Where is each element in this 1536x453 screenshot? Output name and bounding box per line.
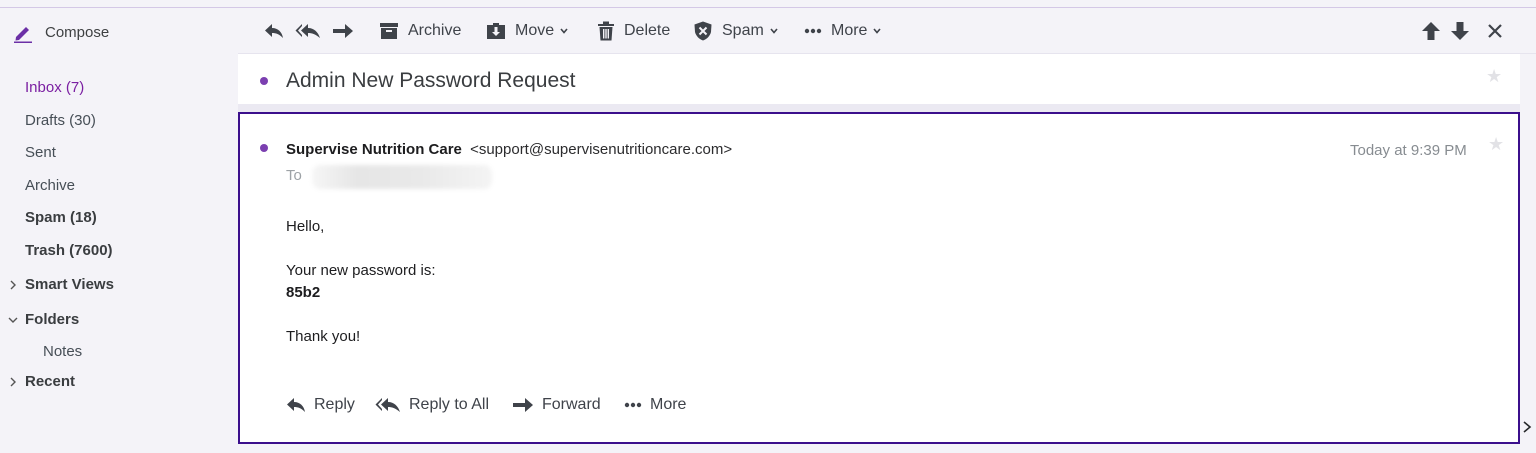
folders-label: Folders: [25, 311, 80, 328]
sidebar-section-smart-views[interactable]: Smart Views: [10, 275, 114, 295]
reply-icon: [287, 398, 305, 412]
delete-button[interactable]: Delete: [597, 19, 670, 43]
recent-label: Recent: [25, 373, 76, 390]
move-to-folder-icon: [487, 23, 505, 39]
sidebar-item-trash[interactable]: Trash (7600): [25, 241, 113, 261]
trash-icon: [598, 21, 614, 41]
sender-name[interactable]: Supervise Nutrition Care: [286, 141, 462, 158]
sidebar-item-sent[interactable]: Sent: [25, 143, 56, 163]
more-button[interactable]: More: [804, 19, 882, 43]
forward-button[interactable]: Forward: [512, 394, 601, 416]
move-button[interactable]: Move: [486, 19, 568, 43]
message-toolbar: Archive Move Delete Spam More: [238, 8, 1536, 54]
reply-icon: [265, 24, 283, 38]
message-date: Today at 9:39 PM: [1350, 142, 1467, 159]
reply-all-icon: [295, 24, 320, 38]
sidebar-item-notes[interactable]: Notes: [43, 342, 82, 362]
more-label: More: [831, 22, 868, 39]
archive-button[interactable]: Archive: [379, 19, 461, 43]
unread-dot-icon[interactable]: [260, 77, 268, 85]
close-icon: [1488, 24, 1502, 38]
ellipsis-icon: [804, 28, 822, 34]
message-card: Supervise Nutrition Care <support@superv…: [238, 112, 1520, 444]
sidebar-section-folders[interactable]: Folders: [8, 310, 80, 330]
sidebar: Compose Inbox (7) Drafts (30) Sent Archi…: [0, 8, 238, 453]
compose-label: Compose: [45, 23, 110, 41]
recipient-redacted: [312, 165, 492, 189]
compose-button[interactable]: Compose: [12, 20, 109, 44]
spam-label: Spam: [722, 22, 764, 39]
unread-dot-icon[interactable]: [260, 144, 268, 152]
chevron-down-icon: [873, 28, 882, 34]
ellipsis-icon: [624, 402, 642, 408]
star-icon[interactable]: ★: [1486, 66, 1502, 87]
archive-label: Archive: [408, 22, 462, 39]
mail-app: Compose Inbox (7) Drafts (30) Sent Archi…: [0, 0, 1536, 453]
chevron-down-icon: [560, 28, 568, 34]
sidebar-item-drafts[interactable]: Drafts (30): [25, 111, 96, 131]
to-label: To: [286, 167, 302, 184]
reply-label: Reply: [314, 396, 355, 413]
body-greeting: Hello,: [286, 218, 325, 235]
next-message-button[interactable]: [1450, 19, 1470, 43]
star-icon[interactable]: ★: [1488, 134, 1504, 155]
pencil-icon: [14, 27, 32, 43]
smart-views-label: Smart Views: [25, 276, 114, 293]
chevron-right-icon: [10, 280, 16, 290]
sidebar-section-recent[interactable]: Recent: [10, 372, 76, 392]
move-label: Move: [515, 22, 555, 39]
subject-bar: Admin New Password Request ★: [238, 54, 1520, 104]
body-line: Your new password is:: [286, 262, 436, 279]
chevron-down-icon: [770, 28, 778, 34]
chevron-right-icon: [10, 377, 16, 387]
forward-label: Forward: [542, 396, 601, 413]
reply-all-toolbar-button[interactable]: [295, 19, 321, 43]
sender-line: Supervise Nutrition Care <support@superv…: [286, 141, 732, 158]
shield-icon: [694, 21, 712, 41]
reply-all-icon: [375, 398, 400, 412]
sidebar-item-inbox[interactable]: Inbox (7): [25, 78, 84, 98]
arrow-down-icon: [1451, 22, 1469, 40]
more-actions-label: More: [650, 396, 687, 413]
delete-label: Delete: [624, 22, 671, 39]
archive-icon: [380, 23, 398, 39]
reply-button[interactable]: Reply: [286, 394, 355, 416]
sidebar-item-spam[interactable]: Spam (18): [25, 208, 97, 228]
reply-all-label: Reply to All: [409, 396, 490, 413]
reply-all-button[interactable]: Reply to All: [375, 394, 489, 416]
chevron-right-icon[interactable]: [1521, 420, 1533, 434]
sender-email[interactable]: <support@supervisenutritioncare.com>: [470, 141, 732, 158]
spam-button[interactable]: Spam: [693, 19, 778, 43]
forward-toolbar-button[interactable]: [332, 19, 354, 43]
close-button[interactable]: [1487, 19, 1503, 43]
body-password: 85b2: [286, 284, 321, 301]
reply-toolbar-button[interactable]: [264, 19, 284, 43]
message-subject: Admin New Password Request: [286, 69, 576, 92]
more-actions-button[interactable]: More: [624, 394, 686, 416]
body-closing: Thank you!: [286, 328, 361, 345]
chevron-down-icon: [8, 317, 18, 323]
forward-arrow-icon: [333, 24, 353, 38]
arrow-up-icon: [1422, 22, 1440, 40]
sidebar-item-archive[interactable]: Archive: [25, 176, 75, 196]
previous-message-button[interactable]: [1421, 19, 1441, 43]
forward-arrow-icon: [513, 398, 533, 412]
